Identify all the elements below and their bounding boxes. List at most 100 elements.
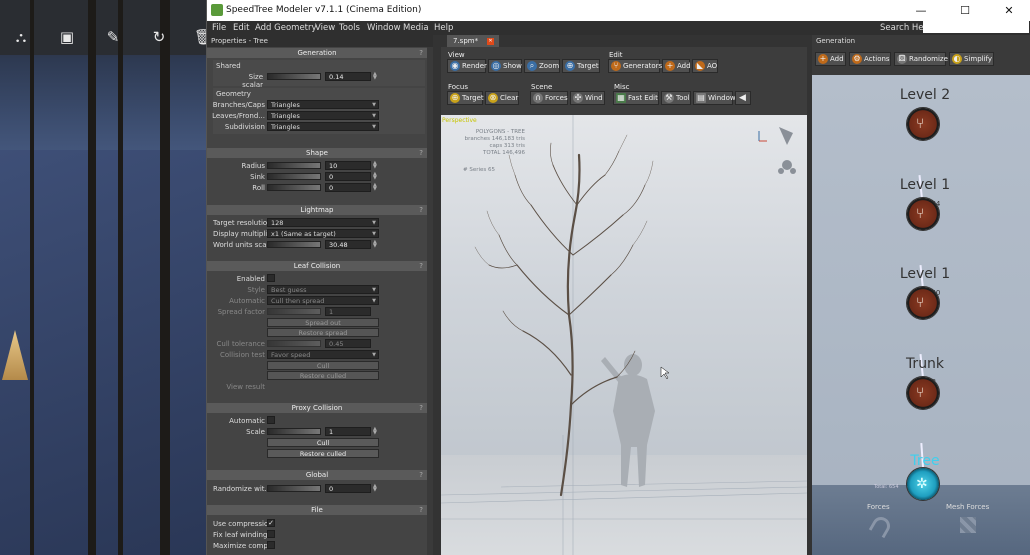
proxy-restore-culled-button[interactable]: Restore culled [267,449,379,458]
menu-add-geometry[interactable]: Add Geometry [255,21,317,35]
world-units-field[interactable]: 30.48 [325,240,371,249]
restore-spread-button[interactable]: Restore spread [267,328,379,337]
proxy-scale-slider[interactable] [267,428,321,435]
gen-add-button[interactable]: + Add [815,52,846,66]
leaves-fronds-dropdown[interactable]: Triangles ▼ [267,111,379,120]
section-lightmap[interactable]: Lightmap? [207,205,427,215]
fix-leaf-winding-checkbox[interactable] [267,530,275,538]
focus-target-button[interactable]: ⊕ Target [447,91,484,105]
menu-media[interactable]: Media [403,21,429,35]
wind-button[interactable]: ✣ Wind [570,91,605,105]
branches-caps-dropdown[interactable]: Triangles ▼ [267,100,379,109]
display-multiplier-dropdown[interactable]: x1 (Same as target) ▼ [267,229,379,238]
menu-tools[interactable]: Tools [339,21,360,35]
share-icon[interactable]: ⛬ [12,28,30,46]
axis-gizmo[interactable] [758,127,796,174]
view-target-button[interactable]: ⊕ Target [562,59,600,73]
minimize-button[interactable]: — [899,0,943,21]
radius-spinner[interactable]: ▲ ▼ [373,161,379,170]
proxy-automatic-checkbox[interactable] [267,416,275,424]
close-tab-icon[interactable]: ✕ [487,38,494,45]
mesh-forces-icon[interactable] [960,517,976,533]
search-help-input[interactable] [923,21,1029,33]
section-generation[interactable]: Generation? [207,48,427,58]
sink-spinner[interactable]: ▲ ▼ [373,172,379,181]
gen-simplify-button[interactable]: ◐ Simplify [949,52,994,66]
window-button[interactable]: ▤ Window [693,91,736,105]
help-icon[interactable]: ? [419,505,423,515]
maximize-button[interactable]: ☐ [943,0,987,21]
pen-icon[interactable]: ✎ [104,28,122,46]
ao-button[interactable]: ◣ AO [692,59,718,73]
node-level1a[interactable]: ⑂ [906,197,940,231]
leaf-cull-button[interactable]: Cull [267,361,379,370]
enabled-checkbox[interactable] [267,274,275,282]
panel-splitter[interactable] [433,35,441,555]
radius-field[interactable]: 10 [325,161,371,170]
node-tree[interactable]: ✲ [906,467,940,501]
help-icon[interactable]: ? [419,148,423,158]
roll-spinner[interactable]: ▲ ▼ [373,183,379,192]
proxy-cull-button[interactable]: Cull [267,438,379,447]
magnet-icon[interactable] [868,513,894,539]
help-icon[interactable]: ? [419,48,423,58]
section-proxy-collision[interactable]: Proxy Collision? [207,403,427,413]
sink-slider[interactable] [267,173,321,180]
roll-field[interactable]: 0 [325,183,371,192]
maximize-comp-checkbox[interactable] [267,541,275,549]
randomize-spinner[interactable]: ▲ ▼ [373,484,379,493]
render-button[interactable]: ◉ Render [447,59,487,73]
automatic-dropdown[interactable]: Cull then spread ▼ [267,296,379,305]
menu-edit[interactable]: Edit [233,21,249,35]
gen-randomize-button[interactable]: ⚄ Randomize [894,52,948,66]
forces-button[interactable]: ∩ Forces [530,91,568,105]
menu-window[interactable]: Window [367,21,401,35]
menu-view[interactable]: View [315,21,335,35]
show-button[interactable]: ◎ Show [488,59,522,73]
gen-actions-button[interactable]: ⚙ Actions [849,52,891,66]
help-icon[interactable]: ? [419,261,423,271]
world-units-spinner[interactable]: ▲ ▼ [373,240,379,249]
radius-slider[interactable] [267,162,321,169]
use-compression-checkbox[interactable]: ✓ [267,519,275,527]
roll-slider[interactable] [267,184,321,191]
section-file[interactable]: File? [207,505,427,515]
menu-file[interactable]: File [212,21,226,35]
section-leaf-collision[interactable]: Leaf Collision? [207,261,427,271]
generation-graph[interactable]: Level 2 ⑂ 284 Level 1 ⑂ 340 Level 1 ⑂ 28… [812,75,1030,492]
spread-factor-slider[interactable] [267,308,321,315]
spread-out-button[interactable]: Spread out [267,318,379,327]
add-button[interactable]: + Add [662,59,691,73]
3d-viewport[interactable]: Perspective POLYGONS - TREE branches 146… [441,115,807,555]
fast-edit-button[interactable]: ▦ Fast Edit [613,91,659,105]
refresh-icon[interactable]: ↻ [150,28,168,46]
randomize-field[interactable]: 0 [325,484,371,493]
world-units-slider[interactable] [267,241,321,248]
help-icon[interactable]: ? [419,205,423,215]
size-scalar-spinner[interactable]: ▲ ▼ [373,72,379,81]
spread-factor-field[interactable]: 1 [325,307,371,316]
help-icon[interactable]: ? [419,403,423,413]
leaf-restore-culled-button[interactable]: Restore culled [267,371,379,380]
node-trunk[interactable]: ⑂ [906,376,940,410]
trash-icon[interactable]: 🗑 [194,28,206,46]
size-scalar-slider[interactable] [267,73,321,80]
back-arrow-button[interactable]: ◀ [735,91,751,105]
help-icon[interactable]: ? [419,470,423,480]
section-shape[interactable]: Shape? [207,148,427,158]
subdivision-dropdown[interactable]: Triangles ▼ [267,122,379,131]
node-level2[interactable]: ⑂ [906,107,940,141]
cull-tolerance-slider[interactable] [267,340,321,347]
screen-icon[interactable]: ▣ [58,28,76,46]
proxy-scale-field[interactable]: 1 [325,427,371,436]
randomize-slider[interactable] [267,485,321,492]
zoom-button[interactable]: ⌕ Zoom [524,59,560,73]
proxy-scale-spinner[interactable]: ▲ ▼ [373,427,379,436]
size-scalar-field[interactable]: 0.14 [325,72,371,81]
tool-button[interactable]: ⚒ Tool [661,91,691,105]
menu-help[interactable]: Help [434,21,453,35]
sink-field[interactable]: 0 [325,172,371,181]
cull-tolerance-field[interactable]: 0.45 [325,339,371,348]
section-global[interactable]: Global? [207,470,427,480]
target-resolution-dropdown[interactable]: 128 ▼ [267,218,379,227]
